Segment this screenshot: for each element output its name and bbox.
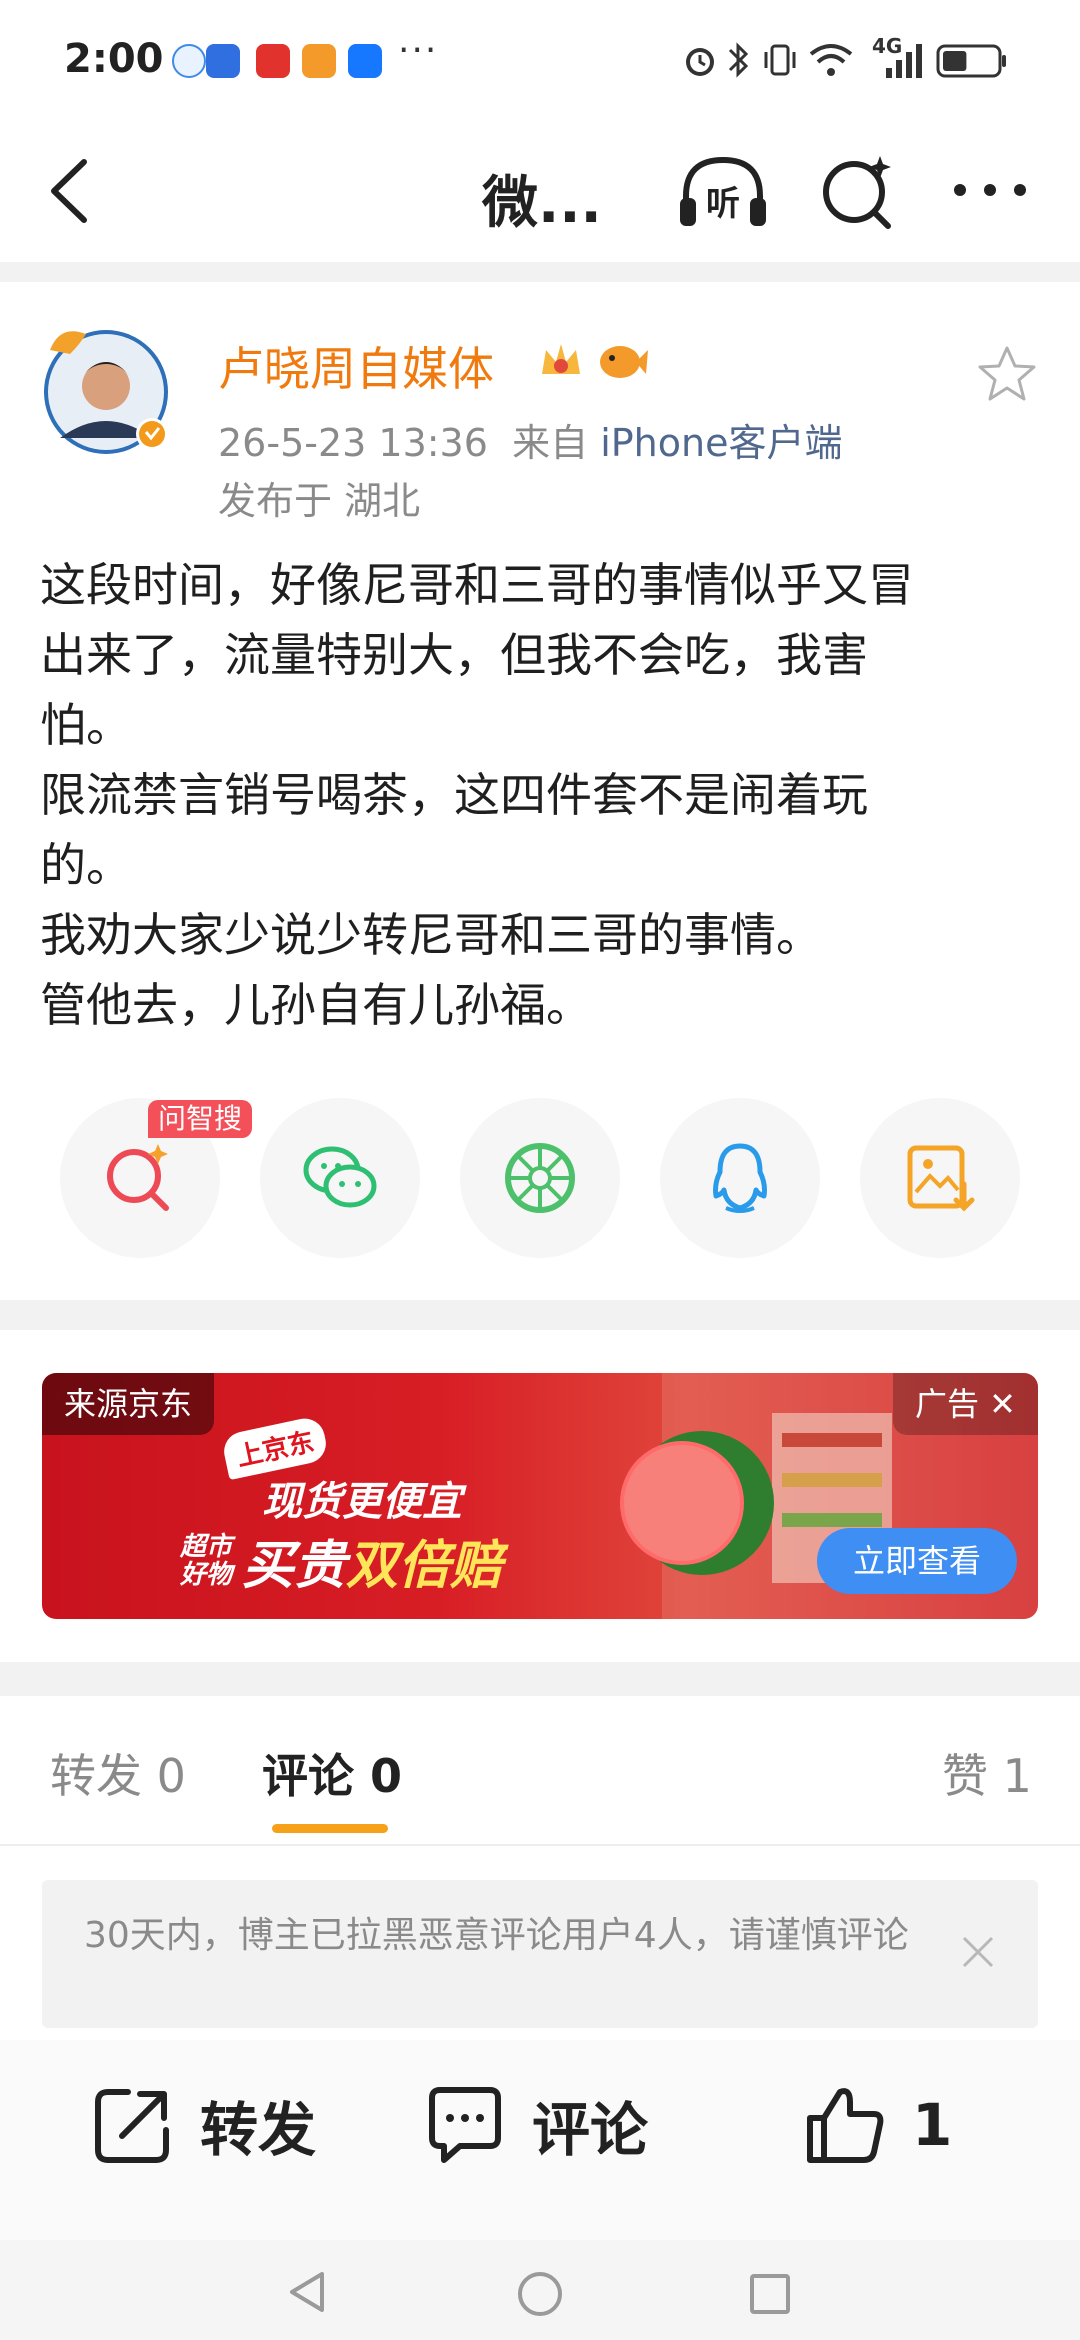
like-button[interactable]: 1 [800,2080,952,2170]
repost-label: 转发 [200,2096,317,2164]
fish-badge-icon [600,346,648,378]
ad-slogan-small: 超市好物 [180,1532,233,1590]
post-date: 26-5-23 13:36 [218,421,488,465]
save-image-button[interactable] [860,1098,1020,1258]
comment-button[interactable]: 评论 [420,2080,648,2170]
tab-like[interactable]: 赞 1 [942,1740,1032,1806]
ad-close-tag[interactable]: 广告 ✕ [893,1373,1038,1435]
ai-search-badge: 问智搜 [148,1100,253,1138]
comment-notice: 30天内，博主已拉黑恶意评论用户4人，请谨慎评论 [42,1880,1038,2028]
divider [0,1300,1080,1330]
status-bar: 2:00 ··· 4G [0,0,1080,120]
tab-repost[interactable]: 转发 0 [50,1740,186,1806]
repost-icon [95,2089,169,2163]
author-name[interactable]: 卢晓周自媒体 [218,333,494,399]
save-image-icon [907,1145,975,1212]
system-nav-bar [0,2240,1080,2340]
share-qq-button[interactable] [660,1098,820,1258]
bluetooth-icon [728,42,749,78]
post-meta: 26-5-23 13:36 来自 iPhone客户端 [218,412,842,467]
favorite-star-icon[interactable] [976,344,1038,404]
listen-label: 听 [706,184,740,224]
app-notification-icon [256,44,290,78]
nav-back-icon[interactable] [286,2270,330,2314]
ad-slogan: 现货更便宜 [262,1479,462,1525]
post-text-line: 限流禁言销号喝茶，这四件套不是闹着玩 [40,768,868,822]
client-link[interactable]: iPhone客户端 [600,421,842,465]
more-notifications-icon: ··· [398,30,439,71]
divider [0,262,1080,282]
tab-indicator [272,1824,388,1833]
post-text-line: 管他去，儿孙自有儿孙福。 [40,978,592,1032]
wechat-icon [303,1146,377,1208]
ai-search-icon [107,1144,169,1211]
repost-button[interactable]: 转发 [88,2080,316,2170]
status-time: 2:00 [64,36,164,82]
qq-icon [713,1143,767,1213]
ai-search-icon[interactable] [818,150,898,234]
post-text-line: 出来了，流量特别大，但我不会吃，我害 [40,628,868,682]
ad-banner[interactable]: 来源京东 广告 ✕ 上京东 现货更便宜 超市好物 买贵双倍赔 立即查看 [42,1373,1038,1619]
comment-icon [429,2087,501,2163]
nav-bar: 微... 听 [0,120,1080,265]
page-title: 微... [482,171,602,236]
signal-icon [886,44,922,78]
post-text-line: 怕。 [40,698,132,752]
vip-crown-icon [542,344,580,374]
wifi-icon [809,44,853,76]
post-body: 这段时间，好像尼哥和三哥的事情似乎又冒 出来了，流量特别大，但我不会吃，我害 怕… [40,550,1040,1040]
app-notification-icon [302,44,336,78]
share-moments-button[interactable] [460,1098,620,1258]
post-location: 发布于 湖北 [218,479,421,523]
nav-recents-icon[interactable] [748,2272,792,2316]
divider [0,1662,1080,1696]
alipay-icon [348,44,382,78]
back-icon[interactable] [40,156,100,226]
battery-icon [936,44,1006,78]
app-notification-icon [172,44,206,78]
comment-label: 评论 [532,2096,649,2164]
moments-icon [505,1143,575,1213]
alarm-icon [686,48,714,76]
listen-button[interactable]: 听 [676,150,770,234]
notice-text: 30天内，博主已拉黑恶意评论用户4人，请谨慎评论 [84,1915,909,1956]
app-notification-icon [206,44,240,78]
post-text-line: 这段时间，好像尼哥和三哥的事情似乎又冒 [40,558,914,612]
post-text-line: 我劝大家少说少转尼哥和三哥的事情。 [40,908,822,962]
more-icon[interactable] [950,180,1030,200]
ad-source-label: 来源京东 [42,1373,215,1435]
like-count: 1 [912,2091,953,2159]
ad-cta-button[interactable]: 立即查看 [817,1528,1017,1594]
source-prefix: 来自 [512,421,589,465]
share-wechat-button[interactable] [260,1098,420,1258]
vibrate-icon [764,44,796,76]
divider [0,1844,1080,1846]
avatar[interactable] [40,320,178,458]
nav-home-icon[interactable] [516,2270,564,2318]
thumbs-up-icon [807,2088,884,2163]
close-icon[interactable] [958,1932,998,1972]
post-text-line: 的。 [40,838,132,892]
ad-slogan-main: 买贵双倍赔 [242,1536,503,1596]
tab-comment[interactable]: 评论 0 [262,1740,402,1806]
